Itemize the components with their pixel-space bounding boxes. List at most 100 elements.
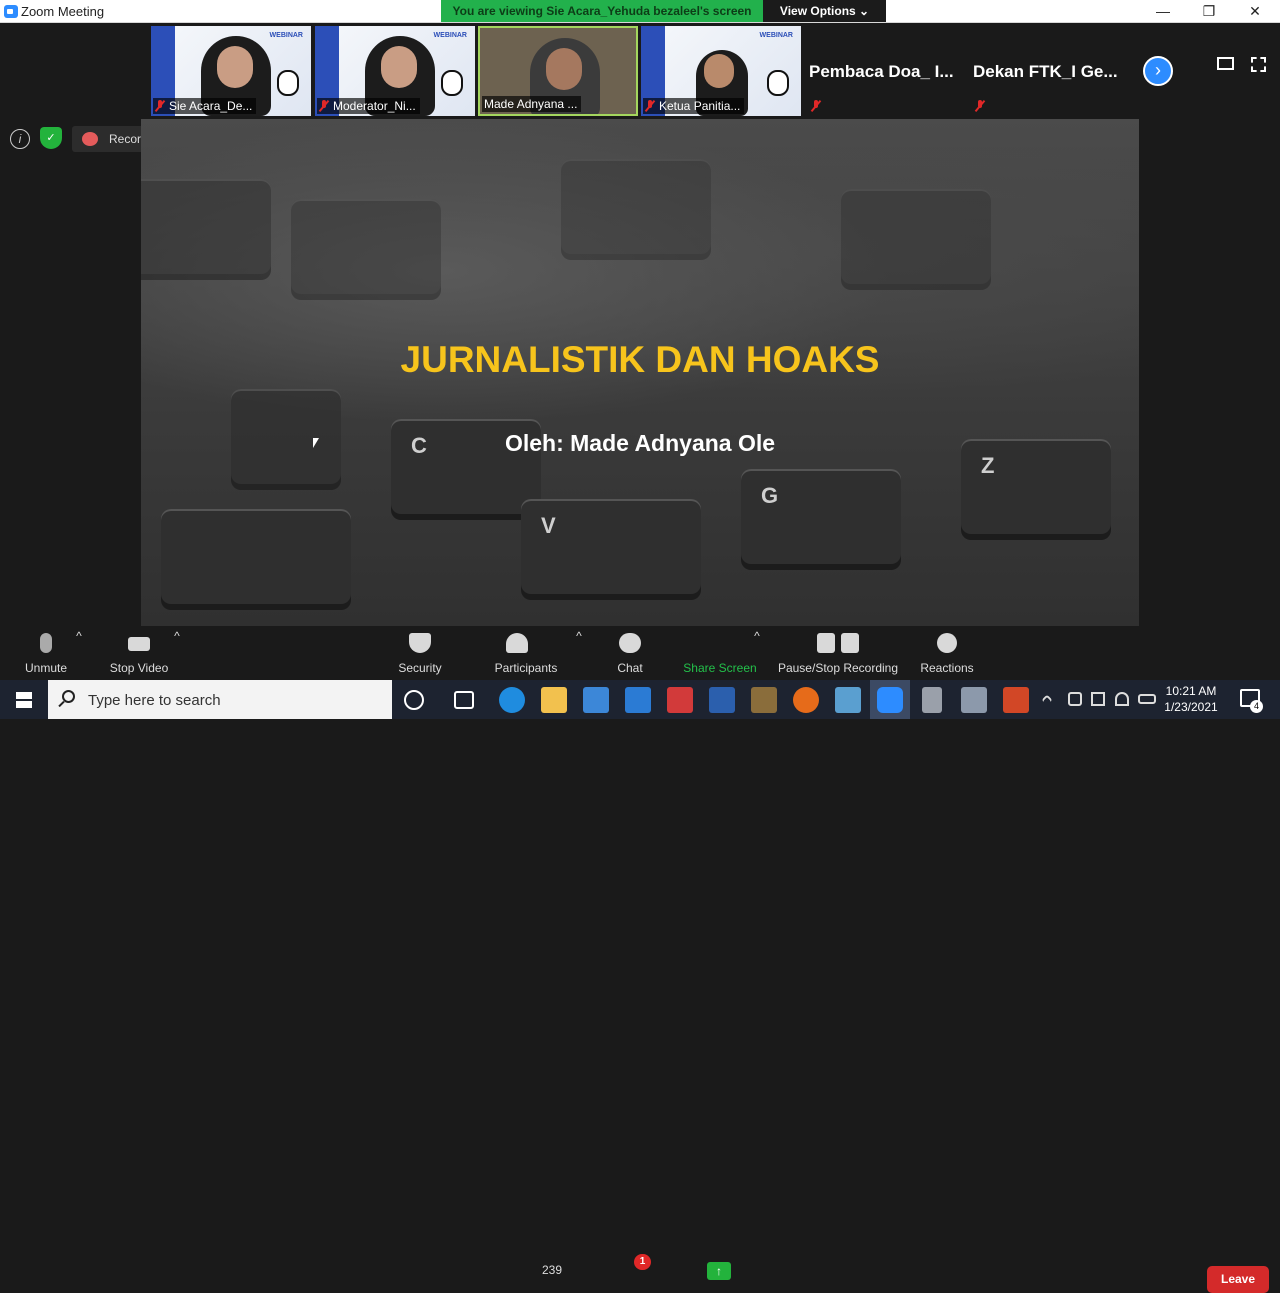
participant-name: Pembaca Doa_ I...: [809, 62, 954, 81]
word-icon[interactable]: [709, 687, 735, 713]
gift-app-icon[interactable]: [667, 687, 693, 713]
participant-name: Made Adnyana ...: [482, 96, 582, 112]
device-tray-icon[interactable]: [1068, 692, 1082, 706]
store-icon[interactable]: [583, 687, 609, 713]
webinar-logo-text: WEBINAR: [269, 32, 303, 39]
windows-start-icon[interactable]: [0, 680, 48, 719]
participant-face: [546, 48, 582, 90]
notes-app-icon[interactable]: [835, 687, 861, 713]
keyboard-key: V: [521, 499, 701, 594]
edge-browser-icon[interactable]: [499, 687, 525, 713]
mic-muted-icon: [645, 100, 655, 112]
participant-tile[interactable]: WEBINAR Ketua Panitia...: [641, 26, 801, 116]
participants-icon: [505, 633, 528, 653]
close-button[interactable]: ✕: [1232, 0, 1278, 22]
window-title: Zoom Meeting: [21, 4, 105, 19]
audio-options-caret[interactable]: ^: [74, 629, 84, 679]
cortana-icon[interactable]: [404, 690, 424, 710]
share-screen-button[interactable]: Share Screen: [680, 629, 760, 679]
astronaut-mascot-icon: [441, 70, 463, 96]
chat-button[interactable]: Chat: [605, 629, 655, 679]
mic-muted-icon: [975, 100, 985, 112]
file-explorer-icon[interactable]: [541, 687, 567, 713]
clock-date: 1/23/2021: [1164, 700, 1218, 714]
security-shield-icon: [409, 633, 431, 653]
participant-tile[interactable]: Pembaca Doa_ I...: [805, 26, 965, 116]
meeting-toolbar: Unmute ^ Stop Video ^ Security Participa…: [0, 627, 1280, 1293]
participant-tile[interactable]: WEBINAR Moderator_Ni...: [315, 26, 475, 116]
camera-app-icon[interactable]: [961, 687, 987, 713]
shared-screen: C V G Z JURNALISTIK DAN HOAKS Oleh: Made…: [141, 119, 1139, 626]
pause-stop-recording-button[interactable]: Pause/Stop Recording: [776, 629, 900, 679]
meeting-info-icon[interactable]: i: [10, 129, 30, 149]
webinar-logo-text: WEBINAR: [433, 32, 467, 39]
video-camera-icon: [128, 637, 150, 651]
encryption-shield-icon[interactable]: ✓: [40, 127, 62, 149]
keyboard-key: [561, 159, 711, 254]
participant-face: [704, 54, 734, 88]
security-button[interactable]: Security: [390, 629, 450, 679]
clock-time: 10:21 AM: [1165, 684, 1217, 698]
leave-meeting-button[interactable]: Leave: [1207, 1266, 1269, 1293]
video-options-caret[interactable]: ^: [172, 629, 182, 679]
mail-icon[interactable]: [625, 687, 651, 713]
keyboard-key: [141, 179, 271, 274]
fullscreen-icon[interactable]: [1251, 57, 1266, 72]
webinar-logo-text: WEBINAR: [759, 32, 793, 39]
participant-name: Dekan FTK_I Ge...: [973, 62, 1118, 81]
participant-name: Sie Acara_De...: [153, 98, 257, 114]
share-screen-icon: ↑: [707, 1262, 731, 1280]
keyboard-key: [841, 189, 991, 284]
participant-face: [381, 46, 417, 88]
reactions-button[interactable]: Reactions: [916, 629, 978, 679]
windows-taskbar: Type here to search 10:21 AM 1/23/2021 4: [0, 680, 1280, 719]
participant-face: [217, 46, 253, 88]
smiley-face-icon: [937, 633, 957, 653]
zoom-app-icon: [4, 5, 18, 18]
task-view-icon[interactable]: [454, 691, 474, 709]
slide-subtitle: Oleh: Made Adnyana Ole: [504, 430, 776, 456]
window-titlebar: Zoom Meeting You are viewing Sie Acara_Y…: [0, 0, 1280, 23]
volume-icon[interactable]: [1091, 692, 1105, 706]
chat-bubble-icon: [619, 633, 641, 653]
powerpoint-icon[interactable]: [1003, 687, 1029, 713]
search-placeholder: Type here to search: [88, 692, 221, 709]
usb-device-icon[interactable]: [922, 687, 942, 713]
taskbar-clock[interactable]: 10:21 AM 1/23/2021: [1160, 683, 1222, 715]
share-options-caret[interactable]: ^: [752, 629, 762, 679]
astronaut-mascot-icon: [277, 70, 299, 96]
notification-count-badge: 4: [1250, 700, 1263, 713]
gallery-view-icon[interactable]: [1217, 57, 1234, 70]
keyboard-key: [161, 509, 351, 604]
wifi-icon[interactable]: [1115, 692, 1129, 706]
unmute-button[interactable]: Unmute: [14, 629, 78, 679]
mic-muted-icon: [155, 100, 165, 112]
next-page-arrow-icon[interactable]: ›: [1143, 56, 1173, 86]
taskbar-search-box[interactable]: Type here to search: [48, 680, 392, 719]
chat-unread-badge: 1: [634, 1254, 651, 1270]
stop-icon: [841, 633, 860, 653]
stop-video-button[interactable]: Stop Video: [102, 629, 176, 679]
search-icon: [62, 690, 75, 703]
participant-tile[interactable]: WEBINAR Sie Acara_De...: [151, 26, 311, 116]
battery-icon[interactable]: [1138, 694, 1156, 704]
participants-options-caret[interactable]: ^: [574, 629, 584, 679]
participants-button[interactable]: Participants: [488, 629, 564, 679]
participant-strip: WEBINAR Sie Acara_De... WEBINAR Moderato…: [0, 24, 1280, 119]
cloud-record-icon: [82, 132, 98, 146]
active-speaker-tile[interactable]: Made Adnyana ...: [478, 26, 638, 116]
mic-muted-icon: [319, 100, 329, 112]
participant-tile[interactable]: Dekan FTK_I Ge...: [969, 26, 1129, 116]
astronaut-mascot-icon: [767, 70, 789, 96]
participant-name: Moderator_Ni...: [317, 98, 420, 114]
tray-overflow-chevron-icon[interactable]: [1041, 694, 1053, 706]
share-banner: You are viewing Sie Acara_Yehuda bezalee…: [441, 0, 763, 22]
maximize-button[interactable]: ❐: [1186, 0, 1232, 22]
participant-count: 239: [542, 1263, 563, 1277]
minimize-button[interactable]: —: [1140, 0, 1186, 22]
app-icon[interactable]: [751, 687, 777, 713]
zoom-taskbar-icon: [877, 687, 903, 713]
pause-icon: [816, 633, 835, 653]
view-options-button[interactable]: View Options ⌄: [763, 0, 886, 22]
firefox-icon[interactable]: [793, 687, 819, 713]
